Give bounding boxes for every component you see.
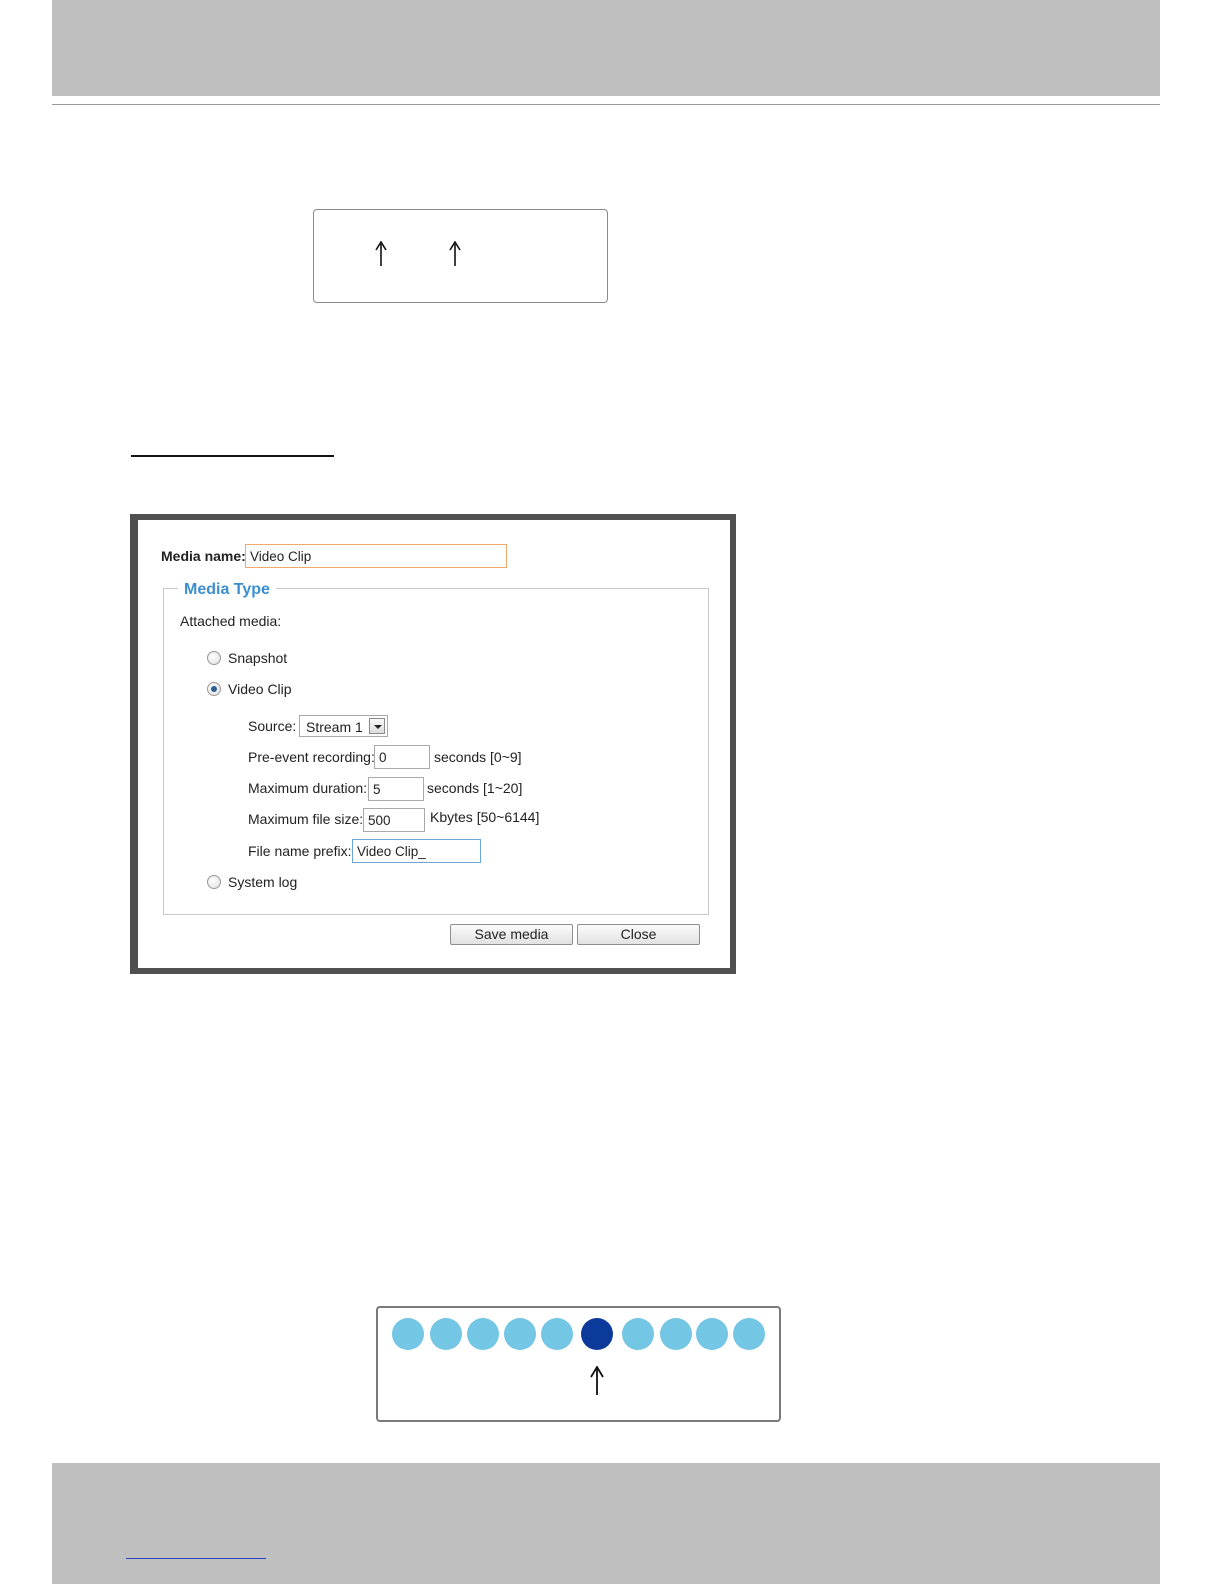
indicator-dot — [467, 1318, 499, 1350]
indicator-dot — [660, 1318, 692, 1350]
snapshot-label: Snapshot — [228, 650, 288, 666]
media-type-legend: Media Type — [178, 581, 276, 599]
source-select-value: Stream 1 — [306, 719, 363, 735]
save-media-button[interactable]: Save media — [450, 924, 573, 945]
max-duration-hint: seconds [1~20] — [427, 780, 523, 796]
media-dialog-body: Media name: Video Clip Media Type Attach… — [138, 520, 730, 968]
page-footer-band — [52, 1463, 1160, 1584]
indicator-dot — [541, 1318, 573, 1350]
section-heading-underline — [131, 455, 334, 457]
indicator-dot — [696, 1318, 728, 1350]
system-log-label: System log — [228, 874, 298, 890]
max-duration-label: Maximum duration: — [248, 780, 368, 796]
media-dialog: Media name: Video Clip Media Type Attach… — [130, 514, 736, 974]
max-duration-input[interactable]: 5 — [368, 777, 424, 801]
source-select[interactable]: Stream 1 — [299, 715, 388, 737]
pre-event-label: Pre-event recording: — [248, 749, 375, 765]
up-arrow-icon — [590, 1366, 604, 1396]
chevron-down-icon[interactable] — [369, 718, 385, 734]
close-button[interactable]: Close — [577, 924, 700, 945]
media-name-input[interactable]: Video Clip — [245, 544, 507, 568]
attached-media-label: Attached media: — [180, 613, 282, 629]
max-file-size-hint: Kbytes [50~6144] — [430, 809, 540, 825]
source-label: Source: — [248, 718, 297, 734]
media-name-label: Media name: — [161, 548, 246, 564]
indicator-dot — [733, 1318, 765, 1350]
file-prefix-input[interactable]: Video Clip_ — [352, 839, 481, 863]
indicator-dot-active — [581, 1318, 613, 1350]
system-log-radio[interactable] — [207, 875, 221, 889]
snapshot-radio[interactable] — [207, 651, 221, 665]
max-file-size-label: Maximum file size: — [248, 811, 364, 827]
indicator-dot — [392, 1318, 424, 1350]
pre-event-hint: seconds [0~9] — [434, 749, 522, 765]
pre-event-input[interactable]: 0 — [374, 745, 430, 769]
up-arrow-icon — [448, 241, 462, 267]
video-clip-radio[interactable] — [207, 682, 221, 696]
page-header-band — [52, 0, 1160, 96]
max-file-size-input[interactable]: 500 — [363, 808, 425, 832]
header-rule — [52, 104, 1160, 105]
video-clip-label: Video Clip — [228, 681, 292, 697]
indicator-dot — [504, 1318, 536, 1350]
indicator-dot — [622, 1318, 654, 1350]
footer-link-underline[interactable] — [126, 1558, 266, 1559]
file-prefix-label: File name prefix: — [248, 843, 352, 859]
indicator-dot — [430, 1318, 462, 1350]
up-arrow-icon — [374, 241, 388, 267]
